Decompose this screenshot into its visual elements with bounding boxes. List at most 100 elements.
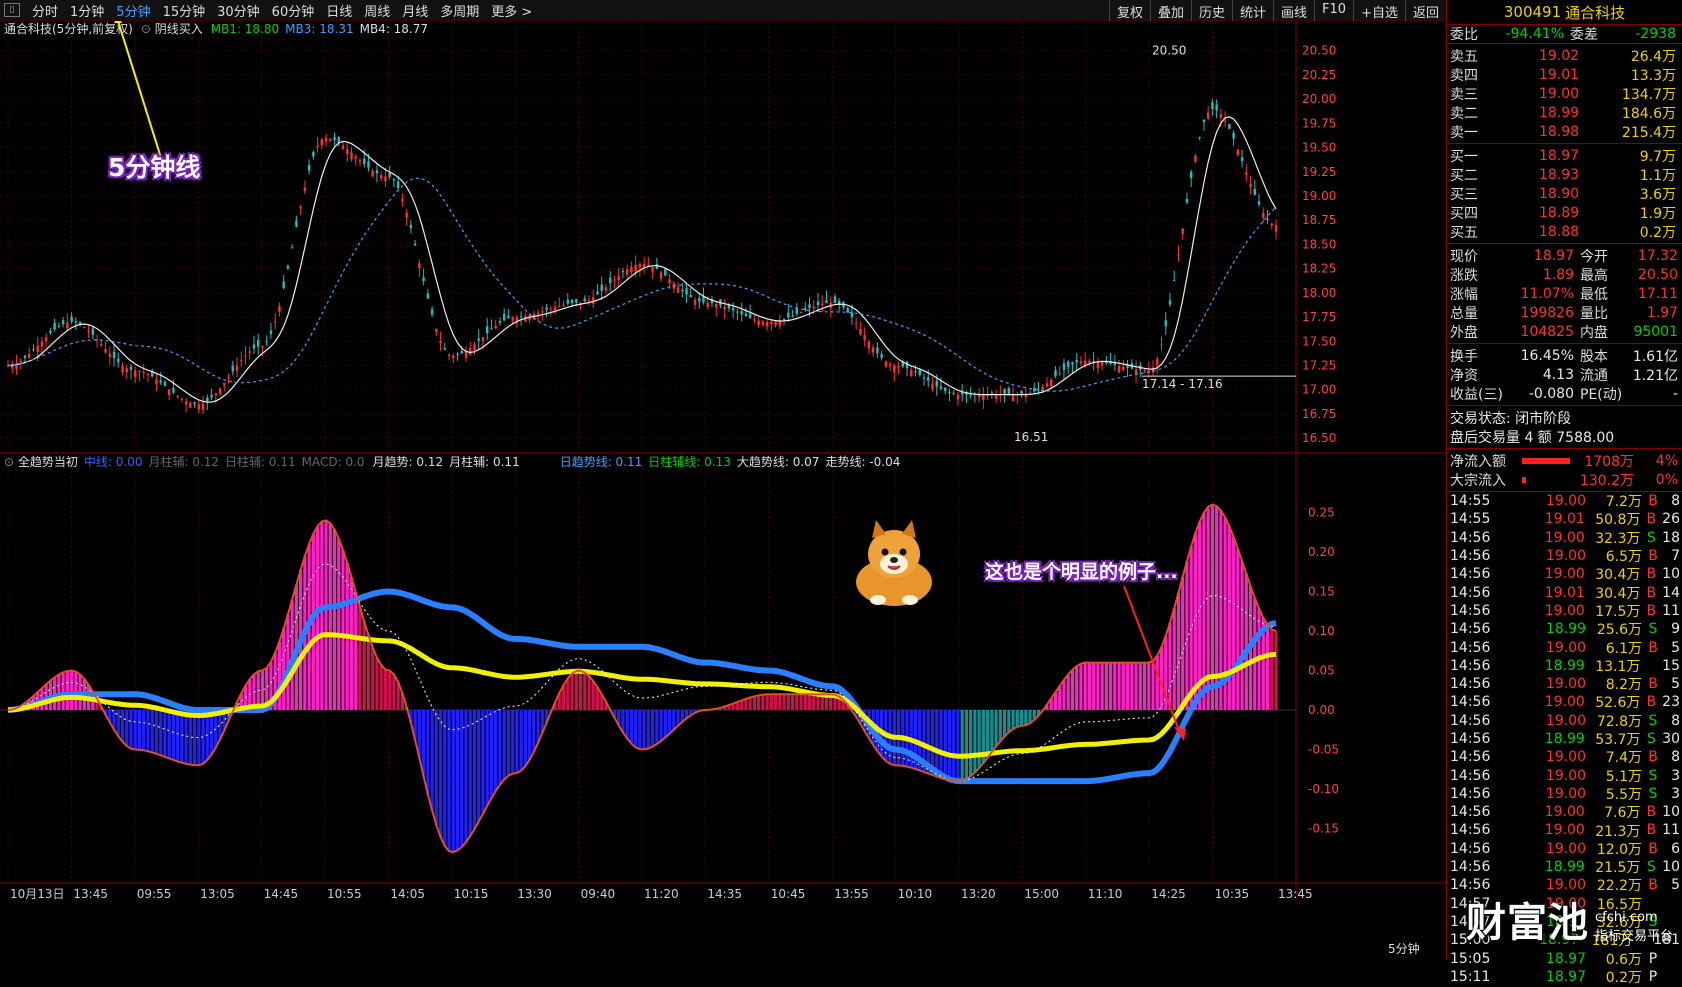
period-button-4[interactable]: 30分钟 [211, 1, 266, 20]
ask-volume: 13.3万 [1599, 65, 1682, 85]
tick-volume: 7.4万 [1586, 747, 1642, 767]
candle-body [1266, 219, 1268, 220]
stock-code: 300491 [1504, 3, 1561, 21]
histogram-bar [121, 710, 124, 742]
candle-body [732, 308, 734, 311]
candle-body [957, 395, 959, 400]
candle-body [1003, 389, 1005, 395]
tick-price: 19.00 [1521, 694, 1584, 710]
candle-body [520, 316, 522, 317]
bid-label: 买二 [1447, 165, 1519, 185]
x-tick-label: 13:20 [961, 887, 996, 901]
histogram-bar [753, 696, 756, 710]
period-button-2[interactable]: 5分钟 [110, 1, 156, 20]
bid-label: 买一 [1447, 146, 1519, 166]
tick-side: S [1640, 731, 1662, 747]
tick-time: 14:56 [1450, 676, 1522, 692]
toolbar-button-5[interactable]: F10 [1314, 0, 1353, 21]
period-button-7[interactable]: 周线 [358, 1, 396, 20]
histogram-bar [1088, 663, 1091, 710]
histogram-bar [426, 710, 429, 794]
toolbar-button-6[interactable]: +自选 [1353, 0, 1405, 21]
histogram-bar [1067, 675, 1070, 710]
candle-body [249, 351, 251, 352]
price-tick-label: 19.75 [1302, 116, 1336, 130]
candle-body [185, 401, 187, 405]
candle-body [138, 371, 140, 372]
period-button-8[interactable]: 月线 [396, 1, 434, 20]
toolbar-button-2[interactable]: 历史 [1191, 0, 1232, 21]
candle-body [367, 161, 369, 167]
candle-body [690, 295, 692, 297]
tick-price: 19.00 [1522, 548, 1586, 564]
tick-row: 14:5619.0017.5万B11 [1447, 602, 1682, 620]
histogram-bar [129, 710, 132, 749]
toolbar-button-4[interactable]: 画线 [1273, 0, 1314, 21]
stat-value: -0.080 [1502, 386, 1574, 402]
histogram-bar [375, 658, 378, 710]
candle-body [783, 319, 785, 320]
histogram-bar [490, 710, 493, 798]
toolbar-button-1[interactable]: 叠加 [1150, 0, 1191, 21]
candle-body [707, 303, 709, 307]
candle-body [575, 299, 577, 302]
candle-body [469, 348, 471, 355]
candle-body [834, 296, 836, 303]
histogram-bar [647, 710, 650, 748]
low-label: 16.51 [1014, 430, 1048, 444]
candle-body [656, 264, 658, 269]
price-tick-label: 18.00 [1302, 286, 1336, 300]
candle-body [1071, 362, 1073, 364]
bid-label: 买四 [1447, 203, 1519, 223]
menu-icon[interactable]: ▯ [4, 3, 20, 17]
candle-body [745, 314, 747, 317]
tick-row: 15:0518.970.6万P [1447, 949, 1682, 967]
candle-body [486, 326, 488, 333]
x-tick-label: 14:45 [264, 887, 299, 901]
candle-body [1241, 157, 1243, 161]
candle-body [571, 300, 573, 303]
annotation-five-min: 5分钟线 [108, 148, 200, 184]
toolbar-button-7[interactable]: 返回 [1405, 0, 1446, 21]
kline-chart[interactable]: 10月13日13:4509:5513:0514:4510:5514:0510:1… [0, 21, 1446, 960]
period-button-0[interactable]: 分时 [26, 1, 64, 20]
stat-value: 17.11 [1624, 286, 1678, 302]
histogram-bar [185, 710, 188, 764]
period-button-1[interactable]: 1分钟 [64, 1, 110, 20]
period-button-6[interactable]: 日线 [320, 1, 358, 20]
ask-volume: 184.6万 [1599, 103, 1682, 123]
candle-body [808, 304, 810, 308]
high-label: 20.50 [1152, 44, 1186, 58]
toolbar-button-3[interactable]: 统计 [1232, 0, 1273, 21]
candle-body [83, 327, 85, 328]
candle-body [482, 337, 484, 342]
x-tick-label: 14:35 [707, 887, 742, 901]
toolbar-button-0[interactable]: 复权 [1109, 0, 1150, 21]
histogram-bar [566, 678, 569, 710]
candle-body [1012, 395, 1014, 402]
candle-body [562, 305, 564, 306]
candle-body [511, 317, 513, 320]
tick-row: 14:5619.0021.3万B11 [1447, 821, 1682, 839]
candle-body [507, 316, 509, 318]
period-button-9[interactable]: 多周期 [434, 1, 485, 20]
ask-row: 卖三19.00134.7万 [1447, 84, 1682, 103]
candle-body [927, 377, 929, 381]
candle-body [1211, 102, 1213, 108]
period-button-5[interactable]: 60分钟 [266, 1, 321, 20]
weibi-value: -94.41% [1494, 26, 1564, 42]
tick-time: 14:56 [1450, 859, 1521, 875]
histogram-bar [1092, 663, 1095, 710]
candle-body [685, 288, 687, 294]
indicator-tick-label: 0.15 [1308, 585, 1335, 599]
stat-value: 11.07% [1502, 286, 1574, 302]
period-button-3[interactable]: 15分钟 [157, 1, 212, 20]
candle-body [796, 308, 798, 314]
x-tick-label: 10:35 [1215, 887, 1250, 901]
period-button-10[interactable]: 更多 > [485, 1, 538, 20]
dog-sticker-icon [848, 520, 940, 608]
tick-side: S [1640, 859, 1662, 875]
candle-body [897, 366, 899, 368]
candle-body [1232, 133, 1234, 139]
candle-body [227, 377, 229, 378]
